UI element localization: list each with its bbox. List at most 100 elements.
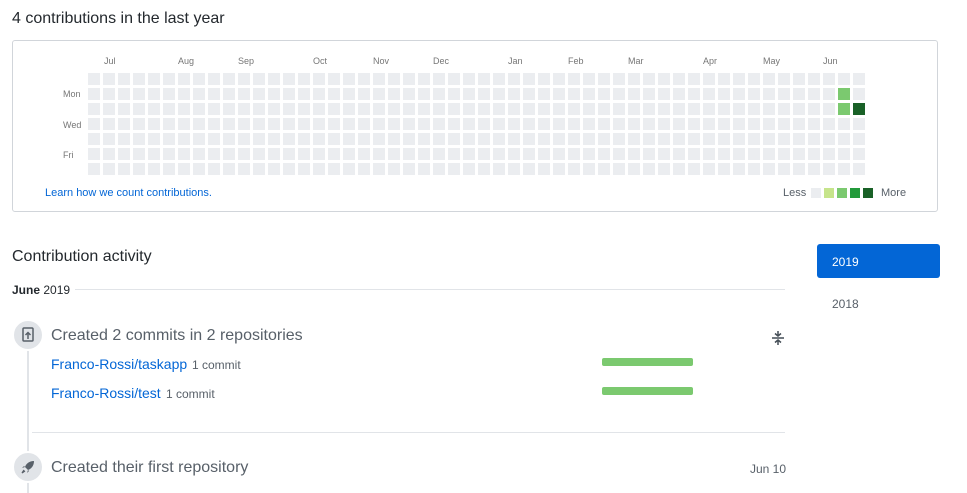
contribution-day[interactable] — [193, 73, 205, 85]
contribution-day[interactable] — [103, 133, 115, 145]
contribution-day[interactable] — [598, 133, 610, 145]
contribution-day[interactable] — [238, 103, 250, 115]
contribution-day[interactable] — [778, 118, 790, 130]
contribution-day[interactable] — [808, 148, 820, 160]
contribution-day[interactable] — [238, 163, 250, 175]
contribution-day[interactable] — [583, 118, 595, 130]
contribution-day[interactable] — [358, 88, 370, 100]
contribution-day[interactable] — [778, 73, 790, 85]
contribution-day[interactable] — [328, 88, 340, 100]
contribution-day[interactable] — [148, 133, 160, 145]
contribution-day[interactable] — [268, 73, 280, 85]
contribution-day[interactable] — [538, 73, 550, 85]
contribution-day[interactable] — [658, 118, 670, 130]
contribution-day[interactable] — [793, 163, 805, 175]
contribution-day[interactable] — [418, 103, 430, 115]
contribution-day[interactable] — [163, 103, 175, 115]
contribution-day[interactable] — [778, 88, 790, 100]
contribution-day[interactable] — [433, 133, 445, 145]
contribution-day[interactable] — [208, 88, 220, 100]
contribution-day[interactable] — [283, 133, 295, 145]
contribution-day[interactable] — [313, 148, 325, 160]
contribution-day[interactable] — [463, 73, 475, 85]
contribution-day[interactable] — [853, 133, 865, 145]
contribution-day[interactable] — [163, 133, 175, 145]
contribution-day[interactable] — [223, 103, 235, 115]
contribution-day[interactable] — [673, 73, 685, 85]
contribution-day[interactable] — [778, 103, 790, 115]
contribution-day[interactable] — [223, 118, 235, 130]
contribution-day[interactable] — [823, 88, 835, 100]
contribution-day[interactable] — [358, 73, 370, 85]
contribution-day[interactable] — [493, 73, 505, 85]
contribution-day[interactable] — [343, 118, 355, 130]
contribution-day[interactable] — [133, 133, 145, 145]
contribution-day[interactable] — [193, 118, 205, 130]
contribution-day[interactable] — [763, 148, 775, 160]
contribution-day[interactable] — [238, 148, 250, 160]
contribution-day[interactable] — [178, 88, 190, 100]
contribution-day[interactable] — [133, 73, 145, 85]
contribution-day[interactable] — [523, 133, 535, 145]
contribution-day[interactable] — [373, 163, 385, 175]
contribution-day[interactable] — [628, 163, 640, 175]
contribution-day[interactable] — [613, 133, 625, 145]
contribution-day[interactable] — [478, 148, 490, 160]
contribution-day[interactable] — [328, 103, 340, 115]
contribution-day[interactable] — [628, 73, 640, 85]
contribution-day[interactable] — [133, 163, 145, 175]
contribution-day[interactable] — [193, 133, 205, 145]
contribution-day[interactable] — [328, 133, 340, 145]
contribution-day[interactable] — [538, 118, 550, 130]
contribution-day[interactable] — [313, 118, 325, 130]
contribution-day[interactable] — [88, 118, 100, 130]
contribution-day[interactable] — [763, 133, 775, 145]
contribution-day[interactable] — [613, 148, 625, 160]
contribution-day[interactable] — [718, 148, 730, 160]
contribution-day[interactable] — [133, 148, 145, 160]
contribution-day[interactable] — [673, 133, 685, 145]
contribution-day[interactable] — [838, 148, 850, 160]
commits-event-title[interactable]: Created 2 commits in 2 repositories — [51, 327, 303, 345]
contribution-day[interactable] — [433, 103, 445, 115]
contribution-day[interactable] — [538, 133, 550, 145]
contribution-day[interactable] — [358, 118, 370, 130]
contribution-day[interactable] — [433, 88, 445, 100]
contribution-day[interactable] — [748, 73, 760, 85]
fold-icon[interactable] — [769, 330, 787, 346]
contribution-day[interactable] — [463, 163, 475, 175]
contribution-day[interactable] — [613, 103, 625, 115]
contribution-day[interactable] — [493, 103, 505, 115]
contribution-day[interactable] — [388, 118, 400, 130]
contribution-day[interactable] — [193, 88, 205, 100]
contribution-day[interactable] — [478, 103, 490, 115]
contribution-day[interactable] — [508, 103, 520, 115]
contribution-day[interactable] — [148, 163, 160, 175]
contribution-day[interactable] — [538, 163, 550, 175]
contribution-day[interactable] — [403, 73, 415, 85]
contribution-day[interactable] — [418, 73, 430, 85]
contribution-day[interactable] — [88, 148, 100, 160]
contribution-day[interactable] — [853, 103, 865, 115]
contribution-day[interactable] — [688, 73, 700, 85]
contribution-day[interactable] — [478, 73, 490, 85]
contribution-day[interactable] — [103, 148, 115, 160]
contribution-day[interactable] — [583, 103, 595, 115]
contribution-day[interactable] — [628, 133, 640, 145]
contribution-day[interactable] — [523, 148, 535, 160]
contribution-day[interactable] — [703, 118, 715, 130]
contribution-day[interactable] — [163, 73, 175, 85]
contribution-day[interactable] — [403, 133, 415, 145]
contribution-day[interactable] — [283, 103, 295, 115]
contribution-day[interactable] — [403, 148, 415, 160]
contribution-day[interactable] — [448, 103, 460, 115]
contribution-day[interactable] — [208, 103, 220, 115]
contribution-day[interactable] — [178, 103, 190, 115]
contribution-day[interactable] — [148, 73, 160, 85]
contribution-day[interactable] — [298, 163, 310, 175]
contribution-day[interactable] — [118, 103, 130, 115]
contribution-day[interactable] — [433, 118, 445, 130]
contribution-day[interactable] — [388, 148, 400, 160]
contribution-day[interactable] — [673, 88, 685, 100]
contribution-day[interactable] — [118, 163, 130, 175]
